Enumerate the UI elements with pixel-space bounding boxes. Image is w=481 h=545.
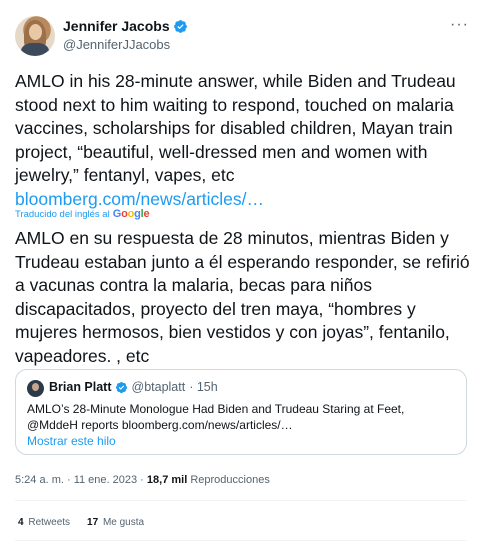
verified-badge-icon: [173, 19, 187, 33]
quoted-tweet[interactable]: Brian Platt @btaplatt · 15h AMLO’s 28-Mi…: [15, 369, 467, 455]
show-thread-link[interactable]: Mostrar este hilo: [27, 434, 116, 448]
quote-header: Brian Platt @btaplatt · 15h: [49, 380, 218, 394]
author-avatar[interactable]: [15, 16, 55, 56]
likes-count: 17: [87, 517, 99, 528]
tweet-text-original: AMLO in his 28-minute answer, while Bide…: [15, 70, 470, 211]
views-count: 18,7 mil: [146, 474, 188, 486]
tweet-timestamp: 5:24 a. m. · 11 ene. 2023 · 18,7 mil Rep…: [15, 474, 270, 486]
tweet-text-en: AMLO in his 28-minute answer, while Bide…: [15, 71, 456, 185]
engagement-stats: 4 Retweets 17 Me gusta: [18, 517, 144, 528]
quote-time: · 15h: [189, 380, 218, 394]
likes-stat[interactable]: 17 Me gusta: [87, 517, 144, 528]
article-link[interactable]: bloomberg.com/news/articles/…: [15, 189, 264, 209]
author-name[interactable]: Jennifer Jacobs: [63, 18, 170, 34]
quote-author-avatar: [27, 380, 44, 397]
tweet: Jennifer Jacobs @JenniferJJacobs ··· AML…: [0, 0, 481, 545]
author-name-row: Jennifer Jacobs: [63, 18, 188, 34]
divider: [15, 500, 467, 501]
quote-author-handle: @btaplatt: [131, 380, 186, 394]
divider-bottom: [15, 540, 467, 541]
translation-attribution: Traducido del inglés al Google: [15, 208, 150, 220]
quote-text: AMLO’s 28-Minute Monologue Had Biden and…: [27, 402, 405, 432]
more-options-icon[interactable]: ···: [450, 17, 469, 33]
google-logo: Google: [112, 208, 150, 220]
translated-label: Traducido del inglés al: [15, 208, 110, 220]
author-handle[interactable]: @JenniferJJacobs: [63, 37, 170, 52]
tweet-text-translated: AMLO en su respuesta de 28 minutos, mien…: [15, 228, 470, 366]
retweets-stat[interactable]: 4 Retweets: [18, 517, 70, 528]
quote-verified-badge-icon: [115, 381, 127, 393]
likes-label: Me gusta: [102, 517, 145, 528]
tweet-date[interactable]: · 11 ene. 2023 ·: [67, 474, 144, 486]
quote-author-name: Brian Platt: [49, 380, 112, 394]
tweet-time[interactable]: 5:24 a. m.: [15, 474, 64, 486]
retweets-count: 4: [18, 517, 24, 528]
retweets-label: Retweets: [28, 517, 71, 528]
views-label: Reproducciones: [190, 474, 270, 486]
